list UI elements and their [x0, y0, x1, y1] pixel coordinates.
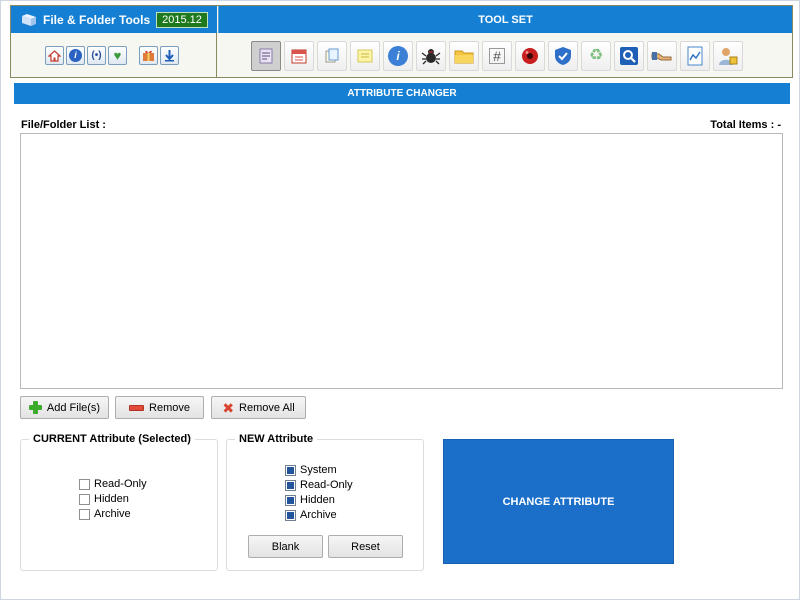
- handshake-icon[interactable]: [647, 41, 677, 71]
- new-system-row[interactable]: System: [285, 464, 337, 476]
- copy-files-icon[interactable]: [317, 41, 347, 71]
- current-archive-row[interactable]: Archive: [79, 508, 131, 520]
- current-hidden-checkbox[interactable]: [79, 493, 90, 505]
- new-attribute-title: NEW Attribute: [235, 433, 318, 445]
- new-system-checkbox[interactable]: [285, 464, 296, 476]
- plus-icon: [28, 401, 42, 414]
- current-archive-checkbox[interactable]: [79, 508, 90, 520]
- heart-plus-icon[interactable]: ♥: [108, 46, 127, 65]
- add-files-button[interactable]: Add File(s): [20, 396, 109, 419]
- app-title: File & Folder Tools: [43, 12, 151, 27]
- new-hidden-checkbox[interactable]: [285, 494, 296, 506]
- spider-icon[interactable]: [416, 41, 446, 71]
- home-icon[interactable]: [45, 46, 64, 65]
- section-title: ATTRIBUTE CHANGER: [14, 83, 790, 104]
- version-badge: 2015.12: [156, 11, 208, 28]
- current-attribute-title: CURRENT Attribute (Selected): [29, 433, 195, 445]
- recycle-icon[interactable]: ♻: [581, 41, 611, 71]
- chart-document-icon[interactable]: [680, 41, 710, 71]
- file-list[interactable]: [20, 133, 783, 389]
- blank-button[interactable]: Blank: [248, 535, 323, 558]
- gift-icon[interactable]: [139, 46, 158, 65]
- folder-icon[interactable]: [449, 41, 479, 71]
- brand-bar: File & Folder Tools 2015.12: [11, 6, 217, 33]
- file-list-label: File/Folder List :: [21, 119, 106, 131]
- info-icon[interactable]: i: [66, 46, 85, 65]
- calendar-icon[interactable]: [284, 41, 314, 71]
- app-logo-icon: [21, 13, 37, 27]
- red-ball-icon[interactable]: [515, 41, 545, 71]
- close-icon: ✖: [222, 399, 235, 416]
- minus-icon: [129, 404, 145, 411]
- new-archive-checkbox[interactable]: [285, 509, 296, 521]
- new-readonly-row[interactable]: Read-Only: [285, 479, 353, 491]
- new-attribute-group: NEW Attribute System Read-Only Hidden Ar…: [226, 433, 424, 571]
- remove-button[interactable]: Remove: [115, 396, 204, 419]
- nav-area: i (•) ♥: [11, 33, 217, 77]
- note-icon[interactable]: [350, 41, 380, 71]
- current-attribute-group: CURRENT Attribute (Selected) Read-Only H…: [20, 433, 218, 571]
- remove-all-button[interactable]: ✖ Remove All: [211, 396, 306, 419]
- current-hidden-row[interactable]: Hidden: [79, 493, 129, 505]
- shield-icon[interactable]: [548, 41, 578, 71]
- info-tool-icon[interactable]: i: [383, 41, 413, 71]
- hash-icon[interactable]: #: [482, 41, 512, 71]
- tool-area: i # ♻: [218, 33, 792, 77]
- broadcast-icon[interactable]: (•): [87, 46, 106, 65]
- reset-button[interactable]: Reset: [328, 535, 403, 558]
- download-icon[interactable]: [160, 46, 179, 65]
- attribute-changer-icon[interactable]: [251, 41, 281, 71]
- new-hidden-row[interactable]: Hidden: [285, 494, 335, 506]
- current-readonly-row[interactable]: Read-Only: [79, 478, 147, 490]
- app-window: File & Folder Tools 2015.12 TOOL SET i (…: [0, 0, 800, 600]
- current-readonly-checkbox[interactable]: [79, 478, 90, 490]
- new-readonly-checkbox[interactable]: [285, 479, 296, 491]
- search-icon[interactable]: [614, 41, 644, 71]
- new-archive-row[interactable]: Archive: [285, 509, 337, 521]
- total-items-label: Total Items : -: [710, 119, 781, 131]
- header-panel: File & Folder Tools 2015.12 TOOL SET i (…: [10, 5, 793, 78]
- toolset-title: TOOL SET: [218, 6, 792, 33]
- change-attribute-button[interactable]: CHANGE ATTRIBUTE: [443, 439, 674, 564]
- user-lock-icon[interactable]: [713, 41, 743, 71]
